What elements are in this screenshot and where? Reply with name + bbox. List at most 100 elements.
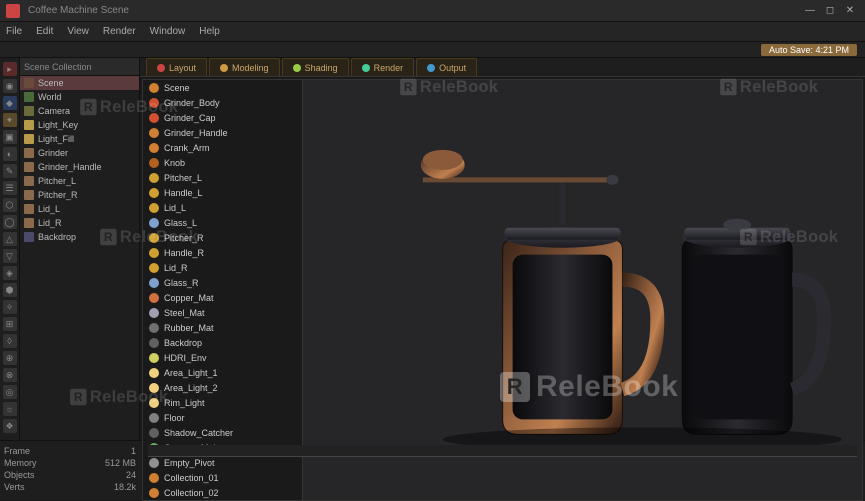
tool-21[interactable]: ❖ — [3, 419, 17, 433]
tool-0[interactable]: ▸ — [3, 62, 17, 76]
layer-item[interactable]: Grinder_Cap — [143, 110, 302, 125]
layer-label: Grinder_Handle — [164, 128, 228, 138]
object-icon — [24, 176, 34, 186]
layer-item[interactable]: Area_Light_2 — [143, 380, 302, 395]
tab-modeling[interactable]: Modeling — [209, 58, 280, 76]
menu-help[interactable]: Help — [199, 26, 220, 37]
tool-7[interactable]: ☰ — [3, 181, 17, 195]
tool-16[interactable]: ◊ — [3, 334, 17, 348]
layer-item[interactable]: Shadow_Catcher — [143, 425, 302, 440]
tool-17[interactable]: ⊕ — [3, 351, 17, 365]
maximize-button[interactable]: ◻ — [821, 4, 839, 18]
tool-4[interactable]: ▣ — [3, 130, 17, 144]
tab-label: Layout — [169, 63, 196, 73]
outliner-item[interactable]: Lid_R — [20, 216, 139, 230]
layer-item[interactable]: Rubber_Mat — [143, 320, 302, 335]
layer-item[interactable]: Glass_L — [143, 215, 302, 230]
tab-label: Render — [374, 63, 404, 73]
outliner-item[interactable]: Backdrop — [20, 230, 139, 244]
object-icon — [24, 120, 34, 130]
tab-icon — [362, 64, 370, 72]
tool-19[interactable]: ◎ — [3, 385, 17, 399]
object-icon — [24, 148, 34, 158]
layer-item[interactable]: Area_Light_1 — [143, 365, 302, 380]
tool-12[interactable]: ◈ — [3, 266, 17, 280]
tool-11[interactable]: ▽ — [3, 249, 17, 263]
tab-shading[interactable]: Shading — [282, 58, 349, 76]
layer-label: Crank_Arm — [164, 143, 210, 153]
tool-20[interactable]: ☼ — [3, 402, 17, 416]
menu-render[interactable]: Render — [103, 26, 136, 37]
tool-18[interactable]: ⊗ — [3, 368, 17, 382]
layer-icon — [149, 398, 159, 408]
viewport-3d[interactable] — [303, 80, 862, 500]
window-controls: — ◻ ✕ — [801, 4, 859, 18]
close-button[interactable]: ✕ — [841, 4, 859, 18]
outliner-item[interactable]: Lid_L — [20, 202, 139, 216]
outliner-item[interactable]: Grinder_Handle — [20, 160, 139, 174]
tool-3[interactable]: ✦ — [3, 113, 17, 127]
timeline-ruler[interactable] — [148, 445, 857, 457]
tool-1[interactable]: ◉ — [3, 79, 17, 93]
menu-edit[interactable]: Edit — [36, 26, 53, 37]
layer-item[interactable]: Handle_R — [143, 245, 302, 260]
tool-2[interactable]: ◆ — [3, 96, 17, 110]
layer-item[interactable]: Crank_Arm — [143, 140, 302, 155]
menu-bar: File Edit View Render Window Help — [0, 22, 865, 42]
outliner-item[interactable]: World — [20, 90, 139, 104]
object-icon — [24, 162, 34, 172]
tool-8[interactable]: ⬡ — [3, 198, 17, 212]
menu-window[interactable]: Window — [150, 26, 186, 37]
layer-item[interactable]: Lid_L — [143, 200, 302, 215]
layer-item[interactable]: HDRI_Env — [143, 350, 302, 365]
tab-render[interactable]: Render — [351, 58, 415, 76]
layer-label: Rim_Light — [164, 398, 205, 408]
tool-13[interactable]: ⬢ — [3, 283, 17, 297]
outliner-item[interactable]: Pitcher_L — [20, 174, 139, 188]
layer-item[interactable]: Lid_R — [143, 260, 302, 275]
layer-item[interactable]: Copper_Mat — [143, 290, 302, 305]
layer-item[interactable]: Knob — [143, 155, 302, 170]
outliner-label: Lid_L — [38, 204, 60, 214]
layer-item[interactable]: Handle_L — [143, 185, 302, 200]
tab-layout[interactable]: Layout — [146, 58, 207, 76]
layer-item[interactable]: Steel_Mat — [143, 305, 302, 320]
tool-6[interactable]: ✎ — [3, 164, 17, 178]
tab-output[interactable]: Output — [416, 58, 477, 76]
outliner-item[interactable]: Scene — [20, 76, 139, 90]
layer-label: Pitcher_L — [164, 173, 202, 183]
layer-item[interactable]: Grinder_Handle — [143, 125, 302, 140]
layer-icon — [149, 113, 159, 123]
layer-item[interactable]: Pitcher_R — [143, 230, 302, 245]
layer-icon — [149, 338, 159, 348]
layer-item[interactable]: Grinder_Body — [143, 95, 302, 110]
layer-label: Knob — [164, 158, 185, 168]
tool-5[interactable]: ◐ — [3, 147, 17, 161]
layer-label: Backdrop — [164, 338, 202, 348]
outliner-item[interactable]: Light_Key — [20, 118, 139, 132]
tool-14[interactable]: ✧ — [3, 300, 17, 314]
minimize-button[interactable]: — — [801, 4, 819, 18]
layer-item[interactable]: Rim_Light — [143, 395, 302, 410]
outliner-item[interactable]: Light_Fill — [20, 132, 139, 146]
layer-item[interactable]: Backdrop — [143, 335, 302, 350]
outliner-item[interactable]: Camera — [20, 104, 139, 118]
tool-15[interactable]: ⊞ — [3, 317, 17, 331]
layer-panel: SceneGrinder_BodyGrinder_Cap Grinder_Hand… — [143, 80, 303, 500]
tool-10[interactable]: △ — [3, 232, 17, 246]
stats-panel: Frame1Memory512 MBObjects24Verts18.2k — [0, 441, 140, 500]
outliner-item[interactable]: Pitcher_R — [20, 188, 139, 202]
layer-icon — [149, 323, 159, 333]
menu-file[interactable]: File — [6, 26, 22, 37]
layer-item[interactable]: Floor — [143, 410, 302, 425]
outliner-item[interactable]: Grinder — [20, 146, 139, 160]
layer-item[interactable]: Glass_R — [143, 275, 302, 290]
layer-label: Glass_L — [164, 218, 197, 228]
tool-9[interactable]: ◯ — [3, 215, 17, 229]
layer-icon — [149, 188, 159, 198]
layer-icon — [149, 143, 159, 153]
layer-item[interactable]: Pitcher_L — [143, 170, 302, 185]
menu-view[interactable]: View — [67, 26, 89, 37]
tab-label: Shading — [305, 63, 338, 73]
layer-item[interactable]: Scene — [143, 80, 302, 95]
